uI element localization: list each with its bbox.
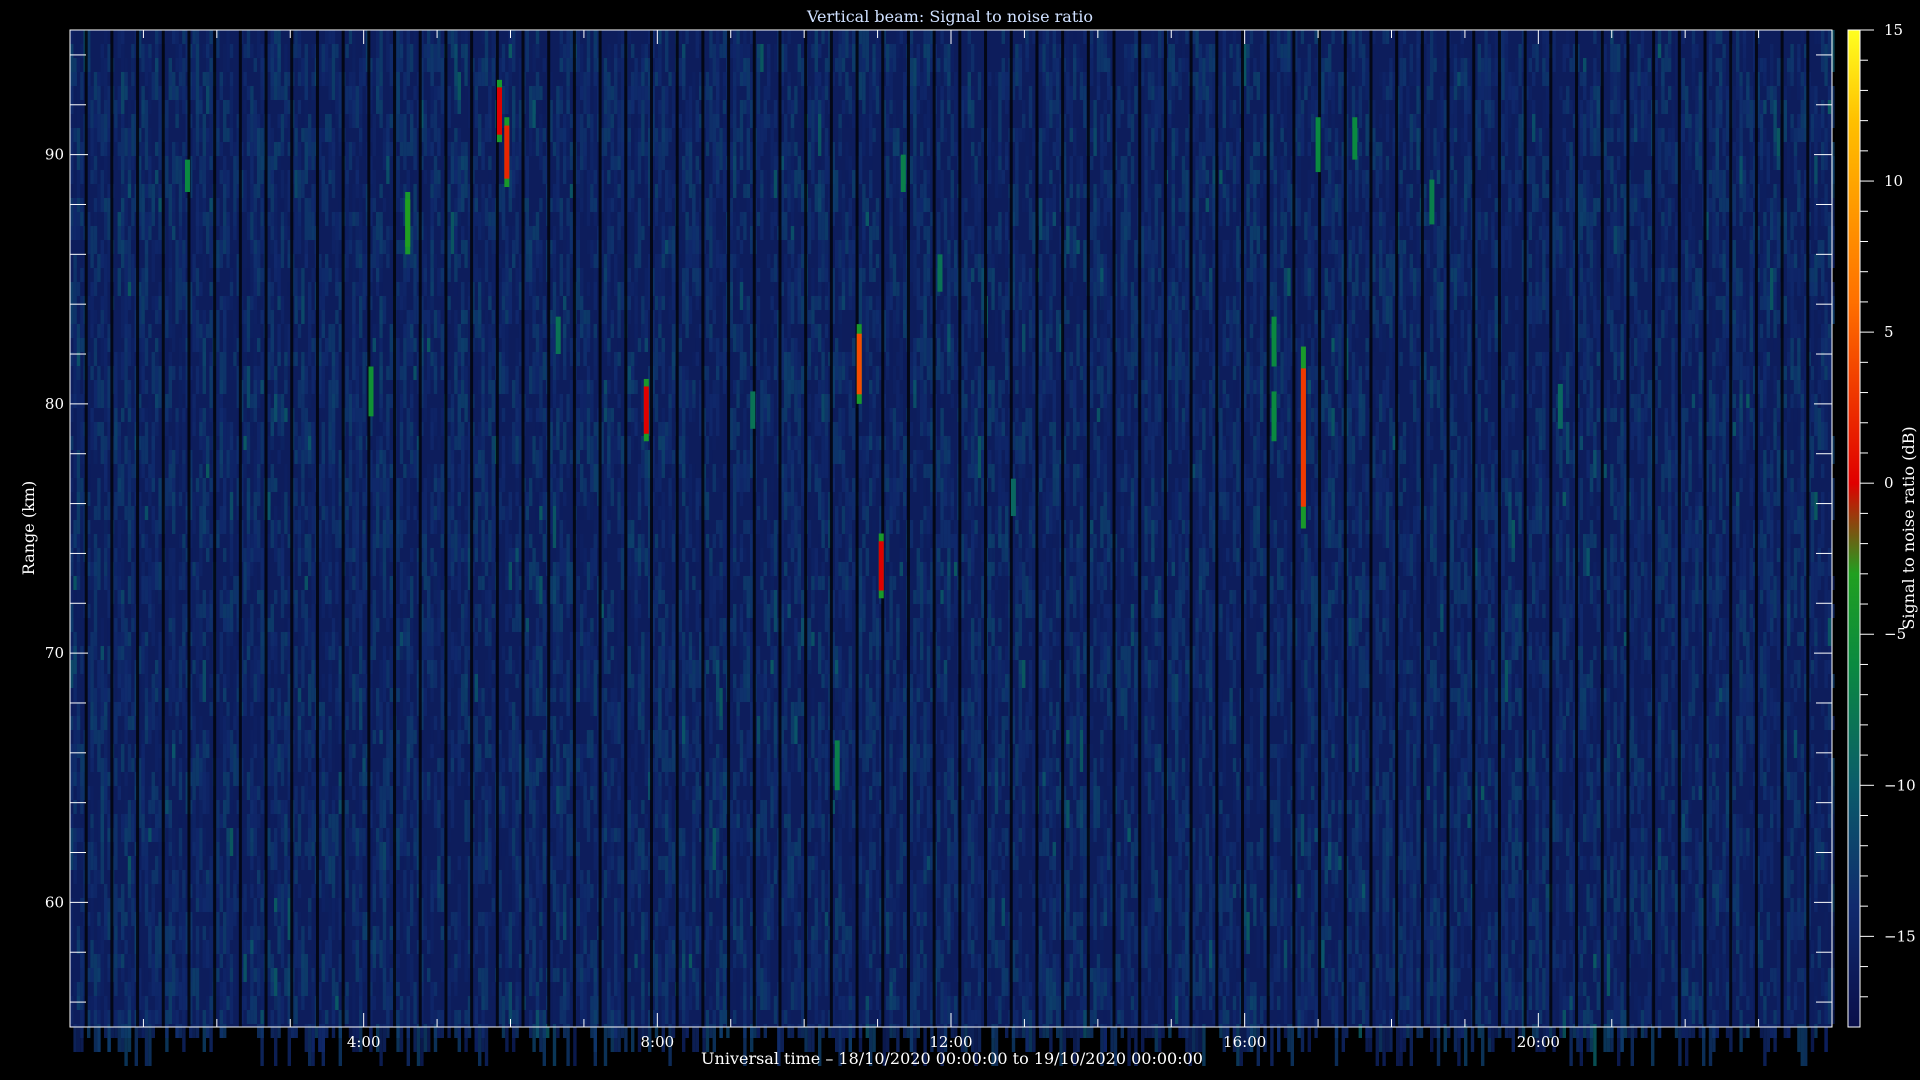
echo-mark-17 [1300, 346, 1306, 529]
colorbar-tick-label: 10 [1884, 172, 1903, 190]
echo-mark-2 [368, 366, 374, 417]
echo-mark-7 [643, 378, 649, 442]
y-tick-label: 70 [45, 644, 64, 662]
y-axis-label: Range (km) [19, 481, 38, 575]
x-tick-label: 4:00 [347, 1033, 381, 1051]
x-tick-label: 8:00 [640, 1033, 674, 1051]
echo-mark-19 [1352, 117, 1358, 160]
echo-mark-11 [878, 533, 884, 599]
x-tick-label: 16:00 [1223, 1033, 1266, 1051]
echo-mark-12 [900, 154, 906, 193]
echo-mark-20 [1429, 179, 1435, 225]
y-tick-label: 60 [45, 893, 64, 911]
colorbar-tick-label: −15 [1884, 927, 1916, 945]
x-tick-label: 20:00 [1517, 1033, 1560, 1051]
echo-mark-6 [555, 316, 561, 355]
colorbar-tick-label: 0 [1884, 474, 1894, 492]
echo-mark-16 [1271, 316, 1277, 367]
y-tick-label: 90 [45, 146, 64, 164]
echo-mark-18 [1315, 117, 1321, 173]
echo-mark-9 [834, 740, 840, 791]
colorbar-tick-label: 15 [1884, 21, 1903, 39]
echo-mark-14 [1010, 478, 1016, 517]
echo-mark-15 [1271, 391, 1277, 442]
echo-mark-13 [937, 254, 943, 292]
echo-mark-5 [504, 117, 510, 188]
x-axis-label: Universal time – 18/10/2020 00:00:00 to … [701, 1049, 1203, 1068]
colorbar-tick-label: 5 [1884, 323, 1894, 341]
y-tick-label: 80 [45, 395, 64, 413]
echo-mark-10 [856, 324, 862, 404]
echo-mark-1 [184, 159, 190, 193]
colorbar-label: Signal to noise ratio (dB) [1899, 426, 1918, 629]
echo-mark-21 [1557, 383, 1563, 429]
snr-chart: Vertical beam: Signal to noise ratio 4:0… [19, 7, 1918, 1068]
chart-title: Vertical beam: Signal to noise ratio [806, 7, 1093, 26]
heatmap-plot [69, 29, 1835, 1066]
colorbar-gradient [1847, 29, 1861, 1028]
echo-mark-8 [750, 391, 756, 429]
echo-mark-3 [405, 192, 411, 255]
echo-mark-4 [496, 79, 502, 143]
colorbar-tick-label: −10 [1884, 776, 1916, 794]
